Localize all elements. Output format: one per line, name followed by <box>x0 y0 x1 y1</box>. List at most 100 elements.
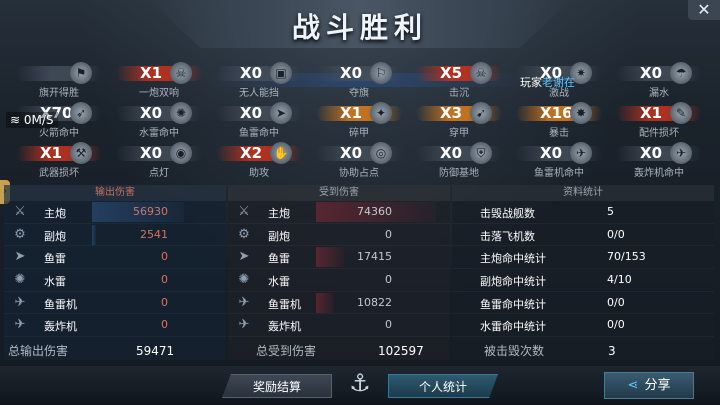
award-item: ⚑ 旗开得胜 <box>14 62 104 99</box>
award-label: 穿甲 <box>449 128 469 139</box>
reward-settlement-tab[interactable]: 奖励结算 <box>222 374 332 398</box>
flag-icon: ⚑ <box>70 62 92 84</box>
stat-name: 水雷命中统计 <box>480 320 546 334</box>
table-row: ✈ 轰炸机 0 <box>228 314 450 338</box>
torpedo-icon: ➤ <box>238 249 250 265</box>
weapon-name: 轰炸机 <box>268 320 301 334</box>
main-gun-icon: ⚔ <box>238 204 250 219</box>
stats-rows: 击毁战舰数 5 击落飞机数 0/0 主炮命中统计 70/153 副炮命中统计 4/10 鱼雷命中… <box>452 201 714 338</box>
received-total-label: 总受到伤害 <box>256 344 317 358</box>
hand-icon: ✋ <box>270 142 292 164</box>
award-item: X0 ⚐ 夺旗 <box>314 62 404 99</box>
weapon-name: 副炮 <box>44 229 66 243</box>
bomber-icon: ✈ <box>670 142 692 164</box>
table-row: ✈ 轰炸机 0 <box>4 314 226 338</box>
close-button[interactable]: ✕ <box>688 0 720 20</box>
weapon-damage: 0 <box>385 273 392 287</box>
received-total-value: 102597 <box>378 344 424 358</box>
award-count: X0 <box>340 144 363 162</box>
award-item: X0 ➤ 鱼雷命中 <box>214 102 304 139</box>
stat-name: 鱼雷命中统计 <box>480 297 546 311</box>
weapon-name: 鱼雷 <box>268 252 290 266</box>
weapon-name: 鱼雷 <box>44 252 66 266</box>
weapon-damage: 0 <box>385 318 392 332</box>
received-damage-panel: 受到伤害 ⚔ 主炮 74360 ⚙ 副炮 0 ➤ 鱼雷 17415 ✺ 水雷 0 ✈ 鱼雷机 10822 ✈ 轰… <box>228 185 450 360</box>
award-label: 轰炸机命中 <box>634 168 684 179</box>
award-count: X1 <box>340 104 363 122</box>
output-damage-rows: ⚔ 主炮 56930 ⚙ 副炮 2541 ➤ 鱼雷 0 ✺ 水雷 0 ✈ 鱼雷机 0 ✈ 轰炸机 0 <box>4 201 226 338</box>
table-row: ➤ 鱼雷 0 <box>4 246 226 270</box>
weapon-damage: 74360 <box>357 205 392 218</box>
torpedo-icon: ➤ <box>270 102 292 124</box>
table-row: ⚙ 副炮 2541 <box>4 224 226 247</box>
award-count: X0 <box>640 144 663 162</box>
award-item: X0 ☂ 漏水 <box>614 62 704 99</box>
award-count: X0 <box>140 104 163 122</box>
table-row: ⚔ 主炮 56930 <box>4 201 226 224</box>
tank-icon: ▣ <box>270 62 292 84</box>
stats-total-value: 3 <box>608 344 616 358</box>
award-item: X0 ◎ 协助占点 <box>314 142 404 179</box>
leak-icon: ☂ <box>670 62 692 84</box>
pierce-icon: ➹ <box>470 102 492 124</box>
weapon-damage: 10822 <box>357 295 392 309</box>
award-label: 无人能挡 <box>239 88 279 99</box>
award-count: X16 <box>540 104 573 122</box>
weapon-name: 轰炸机 <box>44 320 77 334</box>
mine-icon: ✺ <box>238 272 250 288</box>
award-label: 碎甲 <box>349 128 369 139</box>
table-row: ✺ 水雷 0 <box>228 269 450 292</box>
table-row: 主炮命中统计 70/153 <box>452 246 714 270</box>
award-count: X0 <box>340 64 363 82</box>
mine-icon: ✺ <box>14 272 26 288</box>
weapon-damage: 0 <box>161 318 168 332</box>
stat-name: 副炮命中统计 <box>480 275 546 289</box>
stat-value: 5 <box>607 205 614 218</box>
shield-icon: ⛨ <box>470 142 492 164</box>
output-damage-header: 输出伤害 <box>4 185 226 201</box>
wifi-icon: ≋ <box>10 113 24 127</box>
received-damage-header: 受到伤害 <box>228 185 450 201</box>
award-count: X0 <box>240 64 263 82</box>
crit-icon: ✸ <box>570 102 592 124</box>
stat-value: 0/0 <box>607 318 625 332</box>
award-label: 旗开得胜 <box>39 88 79 99</box>
award-item: X1 ☠ 一炮双响 <box>114 62 204 99</box>
page-title: 战斗胜利 <box>291 11 428 44</box>
award-item: X0 ⛨ 防御基地 <box>414 142 504 179</box>
table-row: 副炮命中统计 4/10 <box>452 269 714 292</box>
torpedo-plane-icon: ✈ <box>238 294 250 310</box>
weapon-damage: 56930 <box>133 205 168 218</box>
network-speed: ≋ 0M/S <box>6 112 58 128</box>
secondary-gun-icon: ⚙ <box>238 226 250 242</box>
player-name: 老谢在 <box>542 76 575 89</box>
award-item: X0 ✺ 水雷命中 <box>114 102 204 139</box>
bomber-icon: ✈ <box>238 317 250 333</box>
stats-header: 资料统计 <box>452 185 714 201</box>
skull-icon: ☠ <box>470 62 492 84</box>
table-row: 鱼雷命中统计 0/0 <box>452 292 714 315</box>
weapon-damage: 2541 <box>140 227 168 241</box>
damage-bar <box>316 247 344 268</box>
weapon-damage: 0 <box>161 273 168 287</box>
award-label: 防御基地 <box>439 168 479 179</box>
table-row: ➤ 鱼雷 17415 <box>228 246 450 270</box>
award-label: 鱼雷机命中 <box>534 168 584 179</box>
award-item: X16 ✸ 暴击 <box>514 102 604 139</box>
stats-panel: 资料统计 击毁战舰数 5 击落飞机数 0/0 主炮命中统计 70/153 副炮命中统计 4/1… <box>452 185 714 360</box>
gun-icon: ⚒ <box>70 142 92 164</box>
share-button[interactable]: ⋖ 分享 <box>604 372 694 399</box>
stat-name: 击毁战舰数 <box>480 207 535 220</box>
award-label: 漏水 <box>649 88 669 99</box>
damage-bar <box>92 224 96 245</box>
torpedo-icon: ➤ <box>14 249 26 265</box>
stats-total-label: 被击毁次数 <box>484 344 545 358</box>
award-label: 协助占点 <box>339 168 379 179</box>
personal-stats-tab[interactable]: 个人统计 <box>388 374 498 398</box>
bomber-icon: ✈ <box>14 317 26 333</box>
weapon-name: 水雷 <box>268 275 290 289</box>
weapon-damage: 0 <box>385 227 392 241</box>
weapon-name: 鱼雷机 <box>268 297 301 311</box>
stat-name: 主炮命中统计 <box>480 252 546 266</box>
table-row: 击落飞机数 0/0 <box>452 224 714 247</box>
